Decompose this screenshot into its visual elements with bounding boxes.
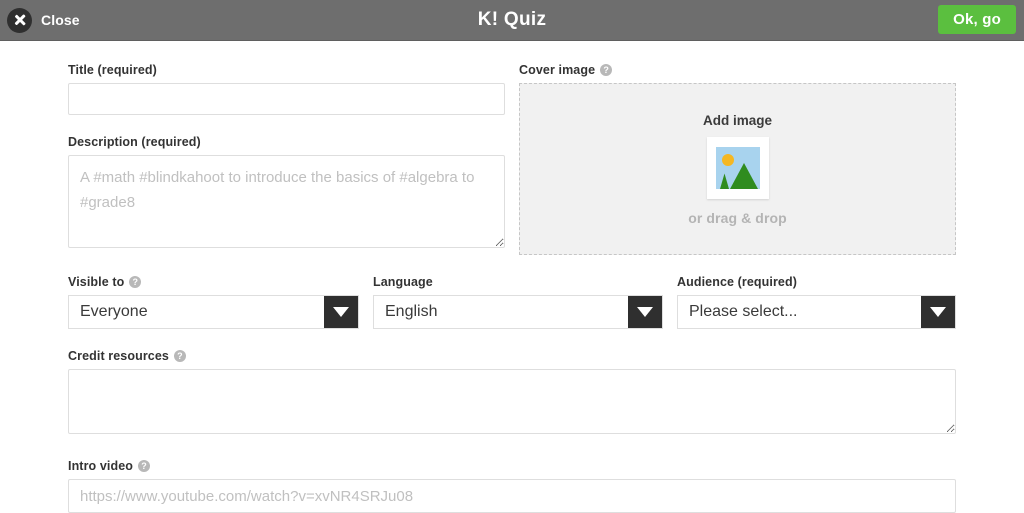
chevron-down-icon[interactable]: [921, 296, 955, 328]
help-question-icon[interactable]: ?: [173, 350, 186, 362]
language-select[interactable]: English: [373, 295, 663, 329]
credit-resources-group: Credit resources ?: [68, 349, 956, 439]
intro-video-label-text: Intro video: [68, 459, 133, 473]
image-placeholder-icon: [715, 146, 760, 189]
description-label: Description (required): [68, 135, 505, 149]
close-button[interactable]: Close: [7, 7, 80, 33]
credit-resources-label: Credit resources ?: [68, 349, 956, 363]
audience-label: Audience (required): [677, 275, 956, 289]
top-bar: Close K! Quiz Ok, go: [0, 0, 1024, 41]
language-value: English: [385, 303, 438, 320]
image-placeholder-card[interactable]: [706, 136, 769, 199]
visible-to-group: Visible to ? Everyone: [68, 275, 359, 329]
drag-drop-label: or drag & drop: [688, 209, 787, 226]
credit-resources-input[interactable]: [68, 369, 956, 434]
quiz-details-form: Title (required) Description (required) …: [0, 63, 1024, 513]
language-label: Language: [373, 275, 663, 289]
chevron-down-icon[interactable]: [324, 296, 358, 328]
title-label: Title (required): [68, 63, 505, 77]
cover-image-column: Cover image ? Add image or drag & drop: [519, 63, 956, 255]
cover-image-label-text: Cover image: [519, 63, 596, 77]
audience-group: Audience (required) Please select...: [677, 275, 956, 329]
ok-go-button[interactable]: Ok, go: [938, 5, 1016, 34]
left-column: Title (required) Description (required): [68, 63, 505, 255]
top-row: Title (required) Description (required) …: [68, 63, 956, 255]
cover-image-dropzone[interactable]: Add image or drag & drop: [519, 83, 956, 255]
select-row: Visible to ? Everyone Language English A…: [68, 275, 956, 329]
language-label-text: Language: [373, 275, 433, 289]
credit-resources-label-text: Credit resources: [68, 349, 169, 363]
description-label-text: Description (required): [68, 135, 201, 149]
add-image-label: Add image: [702, 112, 772, 128]
intro-video-group: Intro video ?: [68, 459, 956, 513]
close-x-icon: [7, 7, 32, 33]
audience-value: Please select...: [689, 303, 798, 320]
description-input[interactable]: [68, 155, 505, 248]
visible-to-label: Visible to ?: [68, 275, 359, 289]
close-button-label: Close: [41, 12, 80, 28]
page-title: K! Quiz: [477, 9, 547, 30]
title-input[interactable]: [68, 83, 505, 115]
audience-label-text: Audience (required): [677, 275, 797, 289]
visible-to-select[interactable]: Everyone: [68, 295, 359, 329]
visible-to-label-text: Visible to: [68, 275, 125, 289]
help-question-icon[interactable]: ?: [600, 64, 613, 76]
help-question-icon[interactable]: ?: [129, 276, 142, 288]
language-group: Language English: [373, 275, 663, 329]
title-label-text: Title (required): [68, 63, 157, 77]
cover-image-label: Cover image ?: [519, 63, 956, 77]
intro-video-input[interactable]: [68, 479, 956, 513]
audience-select[interactable]: Please select...: [677, 295, 956, 329]
visible-to-value: Everyone: [80, 303, 148, 320]
help-question-icon[interactable]: ?: [138, 460, 150, 472]
chevron-down-icon[interactable]: [628, 296, 662, 328]
intro-video-label: Intro video ?: [68, 459, 956, 473]
